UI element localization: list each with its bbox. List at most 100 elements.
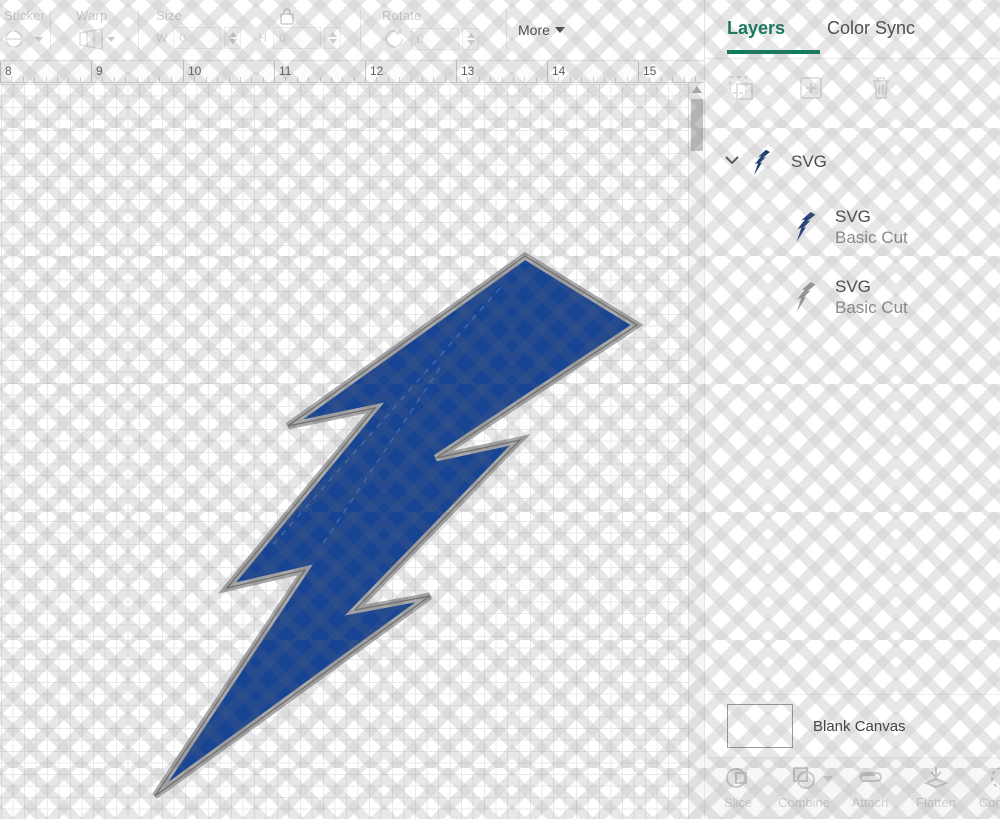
tool-slice[interactable]: Slice [705,764,771,810]
ruler-minor-tick [513,77,514,82]
tab-layers[interactable]: Layers [727,18,785,39]
layer-subtitle: Basic Cut [835,228,908,247]
height-label: H [258,31,267,45]
ruler-minor-tick [206,77,207,82]
sticker-label: Sticker [4,8,46,23]
group-layers-icon[interactable] [727,74,755,102]
lightning-bolt-artwork[interactable] [140,248,660,818]
ruler-minor-tick [399,77,400,82]
top-toolbar: Sticker Warp Size W 0 H 0 Rotate 0 More [0,0,705,61]
warp-dropdown-caret[interactable] [107,36,115,42]
ruler-minor-tick [240,77,241,82]
ruler-major-tick [274,61,275,82]
scrollbar-thumb[interactable] [691,99,703,151]
ruler-minor-tick [331,77,332,82]
ruler-minor-tick [411,77,412,82]
toolbar-divider-4 [506,10,507,50]
ruler-minor-tick [34,77,35,82]
ruler-number: 12 [370,64,384,78]
ruler-minor-tick [194,77,195,82]
ruler-major-tick [365,61,366,82]
height-input[interactable]: 0 [273,27,321,49]
scroll-up-arrow-icon[interactable] [692,86,702,93]
chevron-down-icon[interactable] [823,776,833,782]
ruler-minor-tick [467,77,468,82]
tool-contour[interactable]: Contour [969,764,1000,810]
ruler-minor-tick [46,77,47,82]
tool-label: Flatten [916,795,956,810]
more-button[interactable]: More [518,22,565,38]
ruler-minor-tick [649,77,650,82]
width-input[interactable]: 0 [173,27,222,49]
ruler-number: 11 [279,64,292,78]
blank-canvas-swatch[interactable] [727,704,793,748]
ruler-minor-tick [661,77,662,82]
toolbar-group-warp: Warp [76,0,146,60]
chevron-down-icon[interactable] [723,151,745,174]
layer-title: SVG [791,152,827,171]
warp-label: Warp [76,8,108,23]
ruler-minor-tick [125,77,126,82]
chevron-down-icon [554,27,565,33]
sticker-dropdown-caret[interactable] [35,36,43,42]
height-stepper[interactable] [324,27,341,49]
canvas-vertical-scrollbar[interactable] [688,83,704,819]
toolbar-group-rotate: Rotate 0 [382,0,512,60]
ruler-minor-tick [102,77,103,82]
add-layer-icon[interactable] [797,74,825,102]
tool-label: Combine [777,795,831,810]
delete-layer-icon[interactable] [867,74,895,102]
ruler-minor-tick [57,77,58,82]
layer-thumbnail [789,281,823,313]
ruler-minor-tick [11,77,12,82]
ruler-minor-tick [263,77,264,82]
ruler-minor-tick [581,77,582,82]
panel-separator [705,58,1000,59]
panel-tabs: Layers Color Sync [705,0,1000,61]
toolbar-divider-2 [138,10,139,50]
ruler-major-tick [456,61,457,82]
warp-icon[interactable] [76,27,103,51]
tool-attach[interactable]: Attach [837,764,903,810]
ruler-minor-tick [445,77,446,82]
ruler-minor-tick [114,77,115,82]
tool-label: Attach [851,795,889,810]
width-stepper[interactable] [224,27,242,49]
ruler-number: 8 [5,64,12,78]
ruler-minor-tick [251,77,252,82]
design-canvas[interactable] [0,83,705,819]
ruler-number: 15 [643,64,657,78]
canvas-layer-row[interactable]: Blank Canvas [705,694,1000,757]
sticker-icon[interactable] [4,27,30,51]
ruler-minor-tick [320,77,321,82]
more-label: More [518,22,550,38]
layer-action-bar [727,74,895,102]
ruler-minor-tick [502,77,503,82]
ruler-number: 9 [96,64,103,78]
tab-color-sync[interactable]: Color Sync [827,18,915,39]
layer-row[interactable]: SVG Basic Cut [705,192,1000,262]
ruler-number: 14 [552,64,566,78]
ruler-minor-tick [23,77,24,82]
ruler-minor-tick [627,77,628,82]
rotate-input[interactable]: 0 [411,28,459,50]
tool-label: Contour [978,795,1000,810]
layer-group-row[interactable]: SVG [705,132,1000,192]
flatten-icon [923,764,949,792]
size-label: Size [156,8,183,23]
tool-label: Slice [723,795,753,810]
ruler-minor-tick [68,77,69,82]
rotate-stepper[interactable] [462,28,479,50]
ruler-minor-tick [536,77,537,82]
layer-row[interactable]: SVG Basic Cut [705,262,1000,332]
rotate-icon[interactable] [382,27,408,51]
attach-icon [855,764,885,792]
ruler-minor-tick [524,77,525,82]
ruler-minor-tick [159,77,160,82]
tool-combine[interactable]: Combine [771,764,837,810]
slice-icon [725,764,751,792]
tool-flatten[interactable]: Flatten [903,764,969,810]
ruler-minor-tick [684,77,685,82]
ruler-minor-tick [297,77,298,82]
ruler-minor-tick [285,77,286,82]
